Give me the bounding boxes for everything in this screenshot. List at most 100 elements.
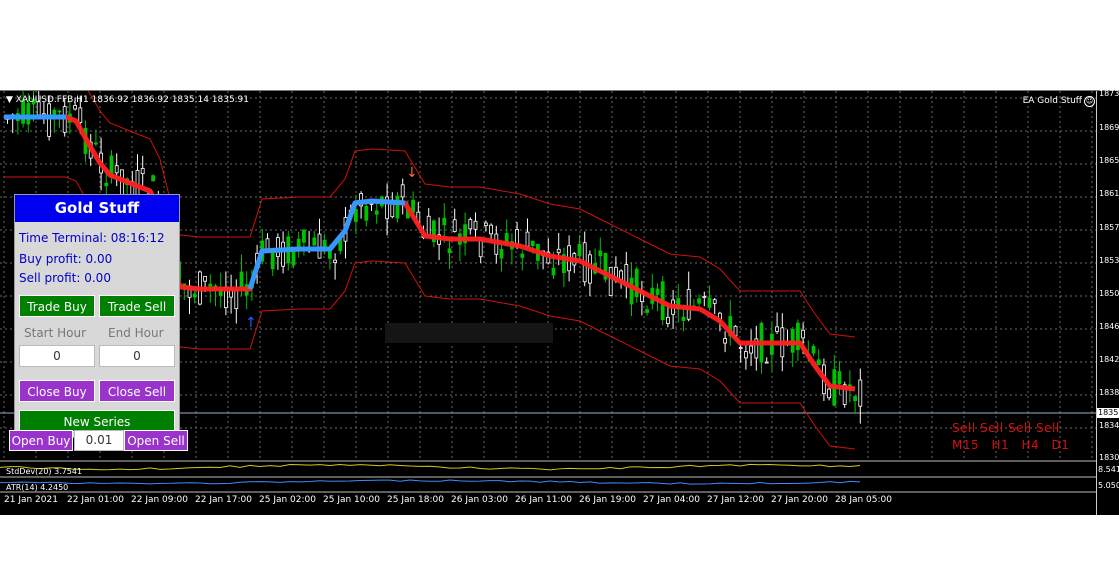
start-hour-label: Start Hour [24,326,87,340]
price-tick: 1869 [1099,123,1119,132]
candle-body [775,326,779,332]
atr-line [0,479,861,485]
end-hour-label: End Hour [108,326,164,340]
gold-stuff-panel: Gold Stuff Time Terminal: 08:16:12 Buy p… [14,194,180,438]
candle-body [426,215,431,237]
time-tick: 26 Jan 19:00 [579,495,636,505]
candle-body [811,345,816,354]
candle-body [707,297,712,308]
stddev-value: 8.541 [1098,465,1119,474]
close-buy-button[interactable]: Close Buy [19,380,95,402]
candle-body [598,250,603,257]
candle-body [234,290,239,309]
candle-body [608,266,613,296]
candle-body [57,110,62,113]
candle-body [853,396,857,402]
buy-arrow-icon: ↑ [245,315,257,331]
time-tick: 25 Jan 10:00 [323,495,380,505]
time-tick: 27 Jan 04:00 [643,495,700,505]
price-axis[interactable]: 1873 1869 1865 1861 1857 1853 1850 1846 … [1096,89,1119,515]
time-tick: 25 Jan 18:00 [387,495,444,505]
candle-body [686,289,691,320]
candle-body [140,168,145,175]
signal-h4-label: H4 [1021,438,1040,452]
price-tick: 1857 [1099,223,1119,232]
price-tick: 1865 [1099,156,1119,165]
time-tick: 28 Jan 05:00 [835,495,892,505]
smiley-icon: ☺ [1084,96,1095,107]
time-tick: 27 Jan 20:00 [771,495,828,505]
price-tick: 1873 [1099,89,1119,98]
current-price-label: 1835 [1097,408,1119,418]
price-tick: 1838 [1099,388,1119,397]
candle-body [301,229,306,243]
open-buy-button[interactable]: Open Buy [9,430,73,451]
candle-body [577,243,582,257]
candle-body [104,182,109,187]
dropdown-triangle-icon[interactable]: ▼ [6,95,16,105]
end-hour-input[interactable]: 0 [99,345,175,367]
trade-sell-button[interactable]: Trade Sell [99,295,175,317]
trade-buy-button[interactable]: Trade Buy [19,295,95,317]
candle-body [738,347,743,349]
candle-body [281,241,286,267]
candle-body [712,299,717,304]
lot-size-input[interactable]: 0.01 [74,430,124,451]
time-tick: 22 Jan 09:00 [131,495,188,505]
signal-direction-row: Sell Sell Sell Sell [952,421,1060,435]
candle-body [499,248,504,259]
candle-body [317,233,322,259]
candle-body [312,237,317,246]
sell-arrow-icon: ↓ [406,165,418,181]
candle-body [744,351,748,359]
candle-body [655,288,660,295]
candle-body [681,316,686,322]
signal-h1-label: H1 [991,438,1010,452]
candle-body [333,259,338,263]
time-axis[interactable]: 21 Jan 2021 22 Jan 01:00 22 Jan 09:00 22… [0,493,1096,513]
stddev-label: StdDev(20) 3.7541 [6,467,83,476]
signal-h4-direction: Sell [1008,421,1032,435]
candle-body [400,184,405,198]
candle-body [629,277,634,305]
candle-body [478,239,483,258]
signal-h1-direction: Sell [980,421,1004,435]
signal-timeframe-row: M15 H1 H4 D1 [952,438,1069,452]
candle-body [515,229,519,246]
open-sell-button[interactable]: Open Sell [124,430,188,451]
candle-body [353,209,358,222]
time-tick: 26 Jan 03:00 [451,495,508,505]
candle-body [239,271,244,288]
price-tick: 1842 [1099,355,1119,364]
candle-body [447,248,452,254]
new-series-button[interactable]: New Series [19,410,175,432]
panel-title[interactable]: Gold Stuff [15,195,179,222]
candle-body [702,296,707,299]
candle-body [395,195,400,219]
signal-m15-direction: Sell [952,421,976,435]
ea-label[interactable]: EA Gold Stuff ☺ [1023,96,1095,107]
stddev-line [0,463,861,471]
atr-value: 5.050 [1098,481,1119,490]
signal-d1-label: D1 [1051,438,1070,452]
candle-body [468,219,473,230]
time-tick: 26 Jan 11:00 [515,495,572,505]
price-tick: 1846 [1099,322,1119,331]
start-hour-input[interactable]: 0 [19,345,95,367]
time-tick: 25 Jan 02:00 [259,495,316,505]
candle-body [452,219,457,232]
candle-body [47,103,51,137]
candle-body [73,105,77,110]
candle-body [489,224,494,235]
candle-body [520,253,525,258]
price-tick: 1853 [1099,256,1119,265]
candle-body [837,371,842,385]
candle-body [483,222,488,226]
candle-body [291,251,296,266]
close-sell-button[interactable]: Close Sell [99,380,175,402]
candle-body [192,293,197,298]
symbol-info: ▼ XAUUSD.FFB,H1 1836.92 1836.92 1835.14 … [6,95,249,105]
candle-body [208,283,213,287]
candle-body [78,107,83,123]
candle-body [374,210,379,215]
